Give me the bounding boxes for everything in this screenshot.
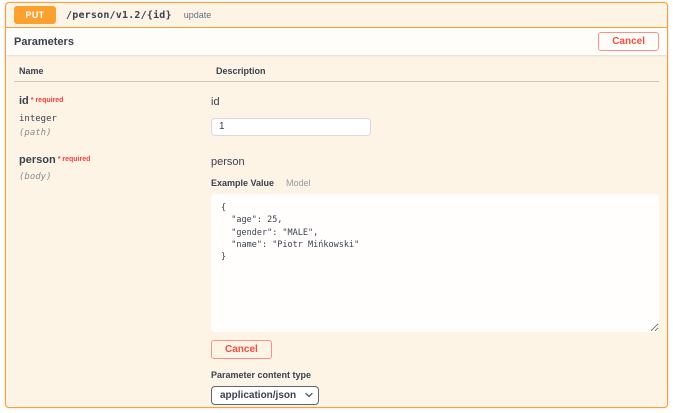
endpoint-summary: update (183, 10, 212, 20)
operation-summary[interactable]: PUT /person/v1.2/{id} update (6, 3, 667, 28)
tab-model[interactable]: Model (286, 178, 311, 188)
content-type-label: Parameter content type (211, 370, 312, 380)
param-person-required: * required (57, 156, 91, 163)
param-person-location: (body) (19, 172, 52, 182)
endpoint-path: /person/v1.2/{id} (66, 9, 172, 21)
parameters-title: Parameters (14, 35, 74, 48)
content-type-select[interactable]: application/json (211, 386, 319, 405)
param-id-name-cell: id * required integer (path) (14, 91, 211, 138)
param-person-name-cell: person * required (body) (14, 150, 211, 182)
param-person-description: person (211, 156, 245, 168)
param-id-name: id (19, 95, 29, 107)
param-row-id: id * required integer (path) id (14, 82, 659, 138)
tab-example-value[interactable]: Example Value (211, 178, 274, 188)
content-type-select-wrap: application/json (211, 385, 319, 405)
parameters-table: Name Description id * required integer (p… (6, 55, 667, 405)
body-tabs: Example Value Model (211, 178, 659, 188)
param-id-location: (path) (19, 128, 52, 138)
param-id-description: id (211, 96, 220, 108)
param-id-input[interactable] (211, 117, 371, 136)
operation-panel: PUT /person/v1.2/{id} update Parameters … (5, 2, 668, 408)
parameters-header: Parameters Cancel (6, 28, 667, 55)
table-header: Name Description (14, 55, 659, 82)
column-header-name: Name (19, 66, 44, 76)
param-id-required: * required (30, 97, 64, 104)
http-method-badge: PUT (14, 6, 56, 24)
body-param-textarea[interactable]: { "age": 25, "gender": "MALE", "name": "… (211, 194, 659, 332)
param-person-description-cell: person Example Value Model { "age": 25, … (211, 150, 659, 405)
execute-section: Execute (6, 405, 667, 407)
param-person-name: person (19, 154, 56, 166)
cancel-button-top[interactable]: Cancel (598, 32, 659, 51)
param-id-type: integer (19, 114, 57, 124)
cancel-button-body[interactable]: Cancel (211, 340, 272, 359)
param-row-person: person * required (body) person Example V… (14, 138, 659, 405)
param-id-description-cell: id (211, 91, 659, 136)
column-header-description: Description (216, 66, 266, 76)
